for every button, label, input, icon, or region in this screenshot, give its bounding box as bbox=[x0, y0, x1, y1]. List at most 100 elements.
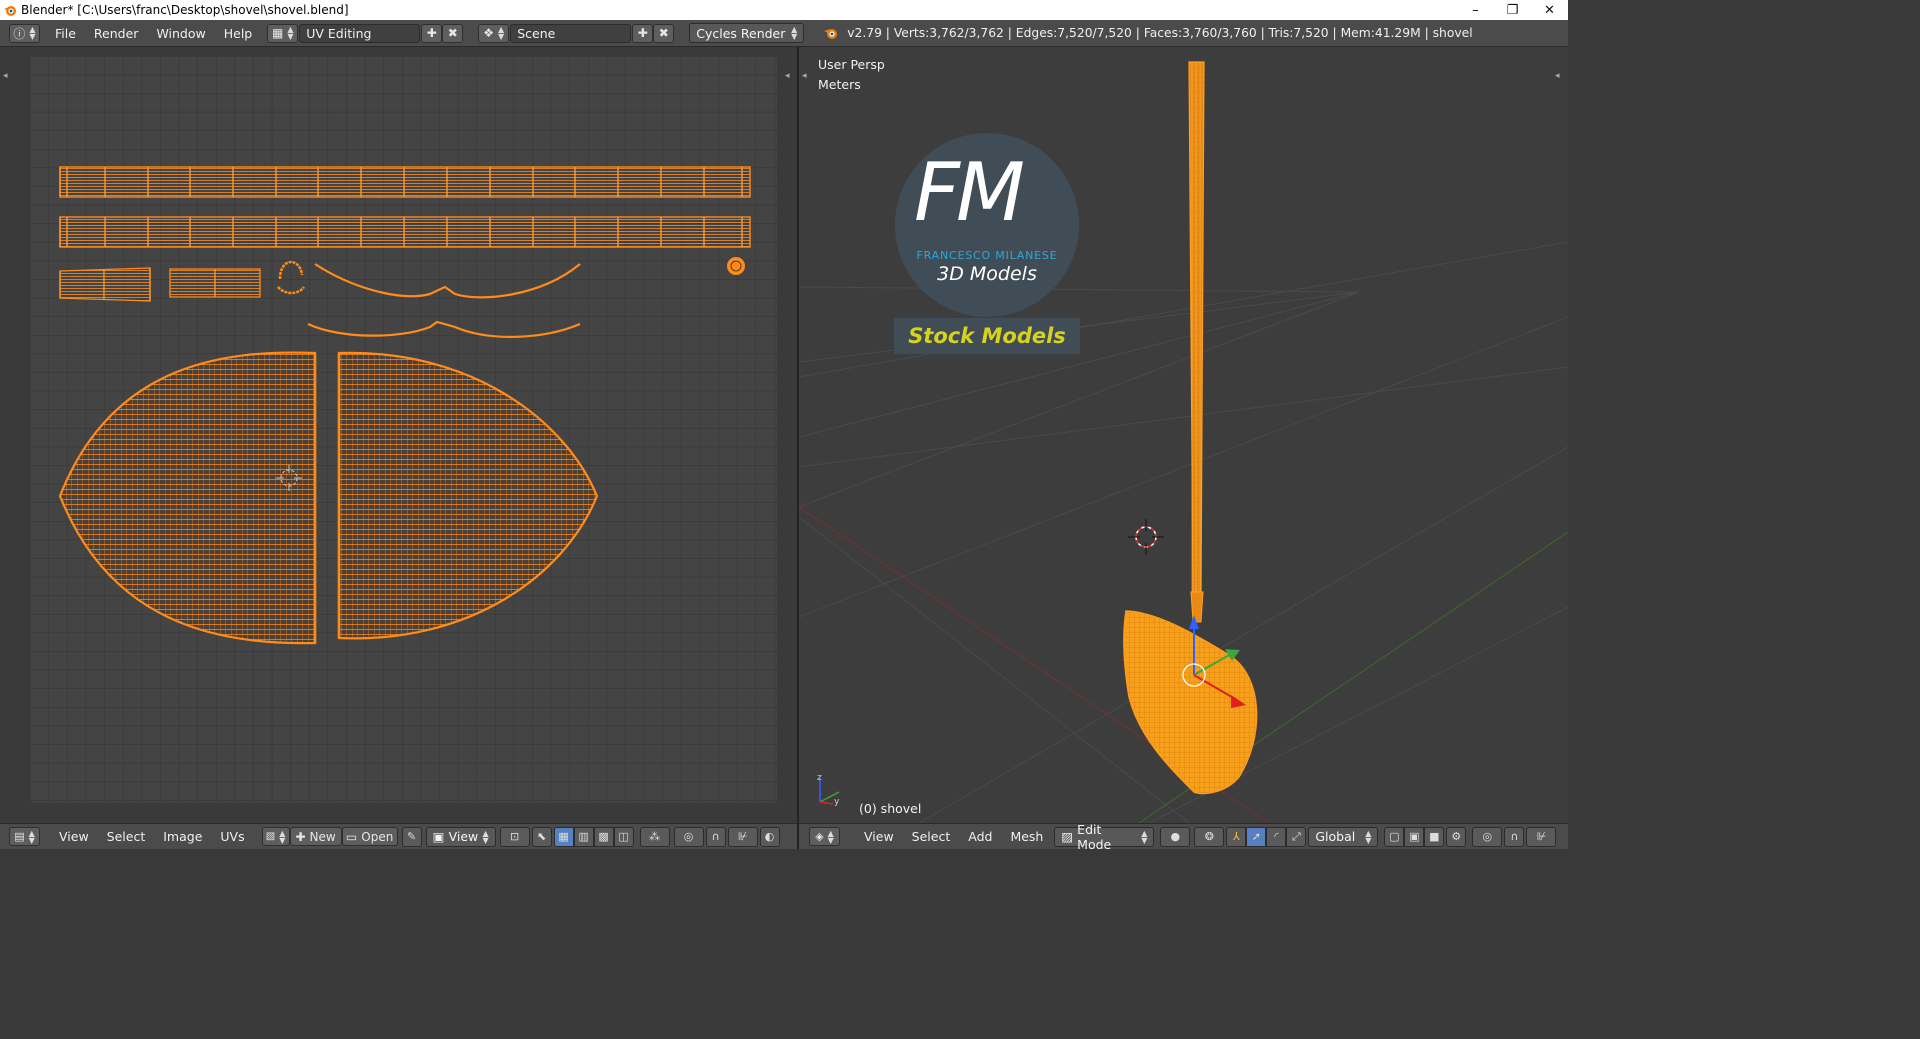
edit-mode-icon: ▨ bbox=[1061, 829, 1074, 844]
uv-image-editor[interactable]: ◂ ◂ bbox=[0, 47, 797, 823]
add-screen-button[interactable]: ✚ bbox=[421, 23, 443, 43]
screen-layout-field[interactable]: UV Editing bbox=[299, 23, 421, 43]
occlude-icon: ⚙ bbox=[1451, 830, 1462, 843]
menu-file[interactable]: File bbox=[46, 26, 85, 41]
delete-scene-button[interactable]: ✖ bbox=[653, 23, 675, 43]
minimize-button[interactable]: – bbox=[1457, 0, 1494, 20]
limit-selection-button[interactable]: ⚙ bbox=[1446, 826, 1467, 847]
open-image-button[interactable]: ▭ Open bbox=[341, 827, 398, 846]
vp-menu-view[interactable]: View bbox=[855, 829, 903, 844]
image-icon: ▧ bbox=[265, 831, 276, 842]
info-icon: ⓘ bbox=[13, 26, 26, 41]
proportional-icon: ◎ bbox=[683, 830, 694, 843]
close-button[interactable]: ✕ bbox=[1531, 0, 1568, 20]
proportional-icon: ◎ bbox=[1482, 830, 1493, 843]
editor-type-info-button[interactable]: ⓘ ▲ ▼ bbox=[9, 23, 40, 43]
sticky-select-button[interactable]: ⬉ bbox=[531, 826, 552, 847]
snap-toggle-button[interactable]: ∩ bbox=[705, 826, 726, 847]
sticky-icon: ⁂ bbox=[649, 830, 661, 843]
toolbar-toggle-icon[interactable]: ◂ bbox=[802, 71, 807, 81]
restore-button[interactable]: ❐ bbox=[1494, 0, 1531, 20]
open-image-label: Open bbox=[361, 829, 394, 844]
fm-tagline-box: Stock Models bbox=[894, 318, 1080, 354]
blender-logo-icon bbox=[824, 29, 838, 39]
transform-orientation-dropdown[interactable]: Global ▲ ▼ bbox=[1308, 826, 1379, 847]
cursor-icon: ⬉ bbox=[537, 830, 547, 843]
toolbar-toggle-icon[interactable]: ◂ bbox=[3, 71, 8, 81]
vp-menu-select[interactable]: Select bbox=[903, 829, 960, 844]
face-select-icon: ■ bbox=[1429, 830, 1440, 843]
render-engine-label: Cycles Render bbox=[696, 25, 786, 41]
uv-face-select-button[interactable]: ▩ bbox=[593, 826, 614, 847]
snap-button[interactable]: ∩ bbox=[1504, 826, 1525, 847]
new-image-label: New bbox=[309, 829, 336, 844]
editor-type-uv-button[interactable]: ▤ ▲ ▼ bbox=[9, 827, 40, 846]
screen-layout-browse-button[interactable]: ▦ ▲ ▼ bbox=[267, 23, 299, 43]
cube-icon: ◈ bbox=[815, 830, 824, 843]
pin-icon: ✎ bbox=[407, 830, 417, 843]
proportional-editing-dropdown[interactable]: ◎ bbox=[1472, 826, 1503, 847]
menu-window[interactable]: Window bbox=[147, 26, 214, 41]
scene-field[interactable]: Scene bbox=[510, 23, 632, 43]
proportional-edit-dropdown[interactable]: ◎ bbox=[673, 826, 704, 847]
vp-menu-add[interactable]: Add bbox=[959, 829, 1001, 844]
svg-text:z: z bbox=[817, 773, 822, 783]
pivot-point-dropdown[interactable]: ❂ bbox=[1194, 826, 1225, 847]
screen-layout-name: UV Editing bbox=[306, 25, 372, 41]
edge-select-mode-button[interactable]: ▣ bbox=[1404, 826, 1425, 847]
scene-name: Scene bbox=[517, 25, 556, 41]
snap-element-dropdown[interactable]: ⊮ bbox=[727, 826, 758, 847]
interaction-mode-dropdown[interactable]: ▨ Edit Mode ▲ ▼ bbox=[1054, 822, 1155, 852]
pin-image-button[interactable]: ✎ bbox=[401, 826, 422, 847]
uv-vertex-select-button[interactable]: ▦ bbox=[553, 826, 574, 847]
uv-menu-image[interactable]: Image bbox=[154, 829, 211, 844]
image-browse-button[interactable]: ▧ ▲ ▼ bbox=[261, 827, 290, 846]
menu-help[interactable]: Help bbox=[215, 26, 262, 41]
pivot-point-icon: ❂ bbox=[1204, 830, 1214, 843]
manipulator-icon: ⅄ bbox=[1232, 830, 1240, 843]
units-label: Meters bbox=[818, 77, 861, 92]
folder-icon: ▭ bbox=[345, 829, 358, 844]
uv-island-cap bbox=[727, 257, 745, 275]
view-mode-dropdown[interactable]: ▣ View ▲ ▼ bbox=[425, 826, 496, 847]
rotate-icon: ◜ bbox=[1274, 830, 1279, 843]
edge-select-icon: ▣ bbox=[1409, 830, 1420, 843]
view-mode-icon: ▣ bbox=[432, 829, 445, 844]
scene-statistics: v2.79 | Verts:3,762/3,762 | Edges:7,520/… bbox=[847, 26, 1473, 40]
properties-toggle-icon[interactable]: ◂ bbox=[1555, 71, 1560, 81]
delete-screen-button[interactable]: ✖ bbox=[442, 23, 464, 43]
scale-manipulator-button[interactable]: ⤢ bbox=[1286, 826, 1307, 847]
translate-manipulator-button[interactable]: ➚ bbox=[1246, 826, 1267, 847]
snap-element-dropdown[interactable]: ⊮ bbox=[1526, 826, 1557, 847]
transform-orientation-label: Global bbox=[1315, 829, 1356, 844]
scene-icon: ❖ bbox=[483, 26, 495, 40]
editor-type-3d-button[interactable]: ◈ ▲ ▼ bbox=[809, 827, 840, 846]
scene-browse-button[interactable]: ❖ ▲ ▼ bbox=[478, 23, 510, 43]
manipulator-toggle-button[interactable]: ⅄ bbox=[1226, 826, 1247, 847]
uv-settings-button[interactable]: ◐ bbox=[759, 826, 780, 847]
face-select-mode-button[interactable]: ■ bbox=[1424, 826, 1445, 847]
x-icon: ✖ bbox=[658, 26, 669, 40]
window-title-bar: Blender* [C:\Users\franc\Desktop\shovel\… bbox=[0, 0, 1568, 20]
vertex-select-mode-button[interactable]: ▢ bbox=[1384, 826, 1405, 847]
image-editor-icon: ▤ bbox=[14, 830, 25, 843]
rotate-manipulator-button[interactable]: ◜ bbox=[1266, 826, 1287, 847]
uv-island-select-button[interactable]: ◫ bbox=[613, 826, 634, 847]
menu-render[interactable]: Render bbox=[85, 26, 148, 41]
viewport-shading-dropdown[interactable]: ● bbox=[1160, 826, 1191, 847]
uv-menu-uvs[interactable]: UVs bbox=[211, 829, 253, 844]
fm-author: FRANCESCO MILANESE bbox=[916, 249, 1058, 262]
3d-viewport[interactable]: z y User Persp Meters (0) shovel ◂ ◂ FM … bbox=[799, 47, 1568, 823]
render-engine-dropdown[interactable]: Cycles Render ▲ ▼ bbox=[689, 23, 805, 43]
new-image-button[interactable]: ✚ New bbox=[289, 827, 342, 846]
uv-menu-view[interactable]: View bbox=[50, 829, 98, 844]
uv-editor-canvas[interactable] bbox=[0, 47, 797, 823]
island-icon: ◫ bbox=[618, 830, 629, 843]
uv-menu-select[interactable]: Select bbox=[98, 829, 155, 844]
properties-toggle-icon[interactable]: ◂ bbox=[785, 71, 790, 81]
vp-menu-mesh[interactable]: Mesh bbox=[1001, 829, 1052, 844]
add-scene-button[interactable]: ✚ bbox=[632, 23, 654, 43]
sticky-mode-dropdown[interactable]: ⁂ bbox=[639, 826, 670, 847]
pivot-dropdown[interactable]: ⊡ bbox=[499, 826, 530, 847]
uv-edge-select-button[interactable]: ▥ bbox=[573, 826, 594, 847]
